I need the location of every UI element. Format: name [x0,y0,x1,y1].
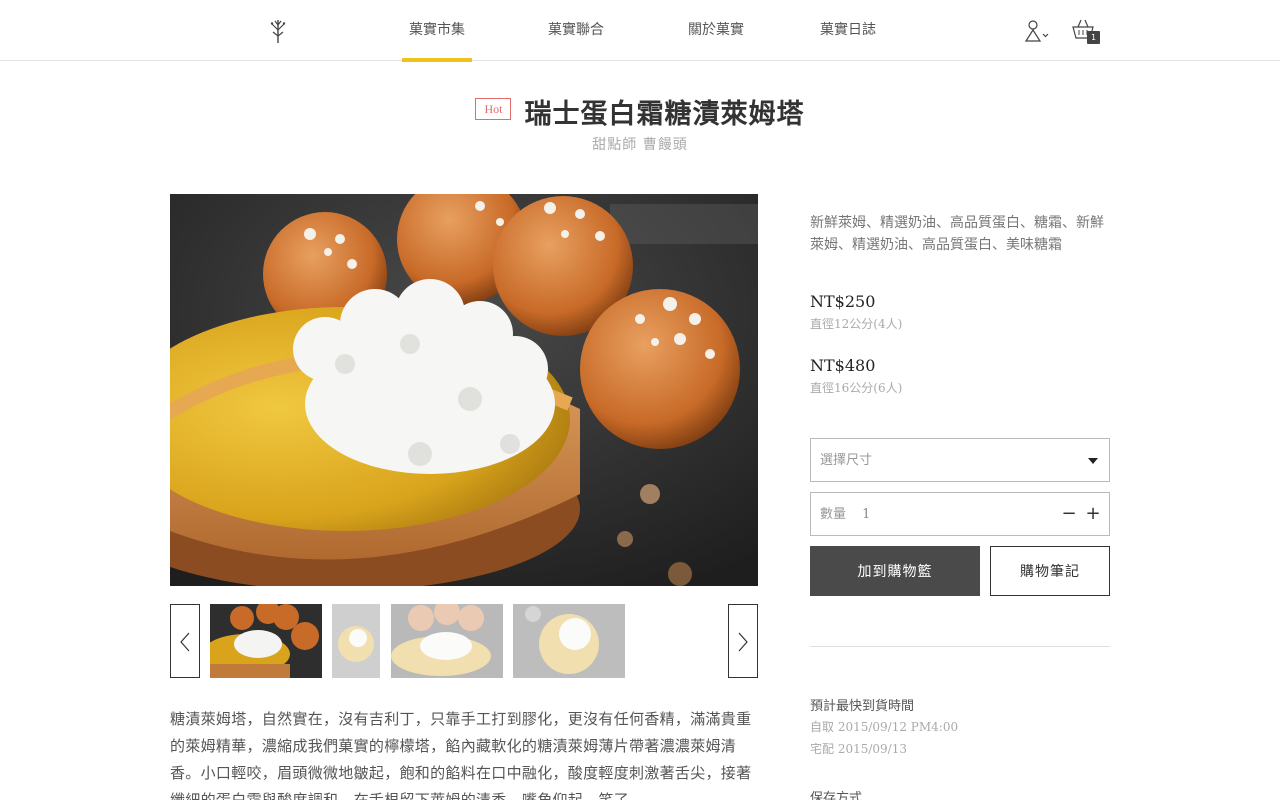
divider [810,646,1110,647]
ingredients-text: 新鮮萊姆、精選奶油、高品質蛋白、糖霜、新鮮萊姆、精選奶油、高品質蛋白、美味糖霜 [810,215,1104,253]
chevron-right-icon [738,632,748,652]
size-note-large: 直徑16公分(6人) [810,381,903,395]
product-description: 糖漬萊姆塔，自然實在，沒有吉利丁，只靠手工打到膠化，更沒有任何香精，滿滿貴重的萊… [170,710,752,800]
pastry-chef-subtitle: 甜點師 曹饅頭 [592,137,688,153]
quantity-value[interactable]: 1 [862,493,870,537]
product-thumbnail[interactable] [391,604,503,678]
delivery-title: 預計最快到貨時間 [810,699,915,714]
plus-icon[interactable]: + [1083,493,1103,537]
nav-item-about[interactable]: 關於菓實 [680,0,752,61]
user-icon [1024,20,1049,42]
cart-button[interactable]: 1 [1071,18,1101,46]
size-select[interactable]: 選擇尺寸 [810,438,1110,482]
nav-item-market[interactable]: 菓實市集 [402,0,472,62]
delivery-pickup: 自取 2015/09/12 PM4:00 [810,720,959,734]
cart-note-button[interactable]: 購物筆記 [990,546,1110,596]
quantity-stepper[interactable]: 數量 1 − + [810,492,1110,536]
product-title: 瑞士蛋白霜糖漬萊姆塔 [524,99,805,130]
add-to-cart-button[interactable]: 加到購物籃 [810,546,980,596]
product-thumbnail[interactable] [332,604,380,678]
thumb-prev-button[interactable] [170,604,200,678]
minus-icon[interactable]: − [1059,493,1079,537]
product-thumbnail[interactable] [513,604,625,678]
chevron-left-icon [180,632,190,652]
price-large: NT$480 [810,356,876,375]
size-note-small: 直徑12公分(4人) [810,317,903,331]
hot-badge: Hot [475,97,512,120]
product-main-image [170,194,758,586]
quantity-label: 數量 [820,507,847,522]
storage-title: 保存方式 [810,791,863,800]
branch-logo-icon[interactable] [266,16,290,44]
size-select-placeholder: 選擇尺寸 [820,453,873,468]
nav-item-journal[interactable]: 菓實日誌 [812,0,884,61]
user-menu-button[interactable] [1024,19,1052,43]
thumb-next-button[interactable] [728,604,758,678]
price-small: NT$250 [810,292,876,311]
product-title-row: Hot 瑞士蛋白霜糖漬萊姆塔 [0,92,1280,131]
cart-count-badge: 1 [1087,31,1100,44]
product-thumbnail[interactable] [210,604,322,678]
delivery-home: 宅配 2015/09/13 [810,742,907,756]
caret-down-icon [1088,458,1098,464]
site-header: 菓實市集 菓實聯合 關於菓實 菓實日誌 1 [0,0,1280,62]
nav-item-union[interactable]: 菓實聯合 [540,0,612,61]
chevron-down-icon [1042,33,1049,38]
